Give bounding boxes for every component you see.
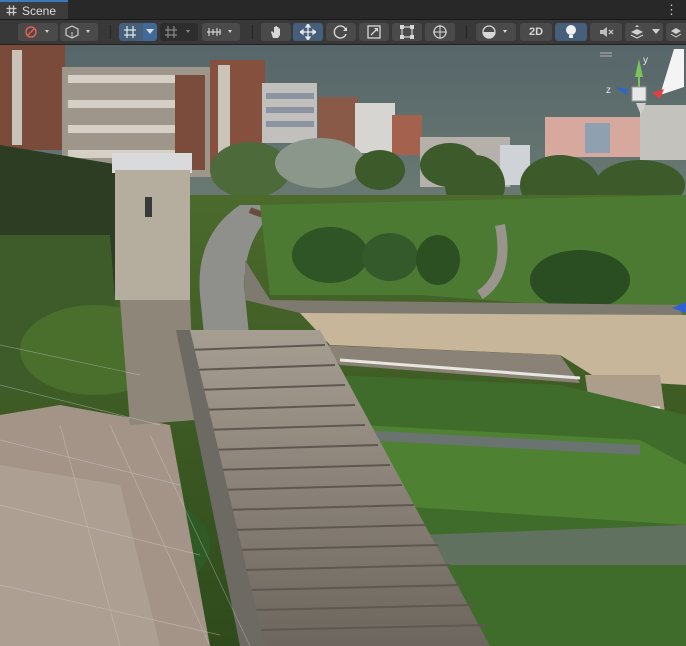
effects-layers-icon [629,24,645,40]
effects-dropdown[interactable] [649,23,663,41]
ruler-button[interactable] [202,23,240,41]
rect-tool-button[interactable] [392,23,422,41]
grid-snap-icon [123,25,139,39]
transform-icon [432,24,448,40]
audio-mute-icon [598,24,614,40]
gizmo-z-label: z [606,85,611,96]
gizmo-y-label: y [643,55,648,66]
draw-mode-icon [23,25,53,39]
toggle-2d-button[interactable]: 2D [520,23,552,41]
grid-snap-dropdown[interactable] [143,23,157,41]
layers-icon [670,25,682,39]
hand-tool-button[interactable] [261,23,291,41]
light-bulb-icon [564,24,578,40]
scale-tool-button[interactable] [359,23,389,41]
gizmo-y-cone [635,59,643,77]
draw-mode-button[interactable] [18,23,58,41]
scale-icon [366,24,382,40]
shading-mode-button[interactable] [60,23,98,41]
effects-button[interactable] [625,23,649,41]
cube-icon [64,25,94,39]
audio-toggle-button[interactable] [590,23,622,41]
gizmo-z-cone [660,49,684,95]
rect-transform-icon [399,24,415,40]
increment-snap-icon [164,25,194,39]
scene-viewport[interactable]: y z [0,45,686,646]
tab-bar: Scene ⋮ [0,0,686,20]
lighting-toggle-button[interactable] [555,23,587,41]
more-options-icon[interactable]: ⋮ [665,2,678,18]
transform-tool-button[interactable] [425,23,455,41]
ruler-icon [206,25,236,39]
tab-scene[interactable]: Scene [0,0,68,19]
layers-button[interactable] [666,23,686,41]
orientation-gizmo[interactable]: y z [594,47,684,137]
chevron-down-icon [652,29,660,35]
rotate-icon [333,24,349,40]
move-icon [300,24,316,40]
increment-snap-button[interactable] [160,23,198,41]
rotate-tool-button[interactable] [326,23,356,41]
scene-render [0,45,686,646]
move-tool-button[interactable] [293,23,323,41]
hash-grid-icon [6,5,17,16]
scene-toolbar: 2D [0,20,686,45]
chevron-down-icon [146,29,154,35]
hand-icon [268,24,284,40]
sphere-icon [481,25,511,39]
grid-snap-button[interactable] [119,23,143,41]
toggle-2d-label: 2D [528,26,544,38]
tab-label: Scene [22,3,57,18]
orientation-button[interactable] [476,23,516,41]
